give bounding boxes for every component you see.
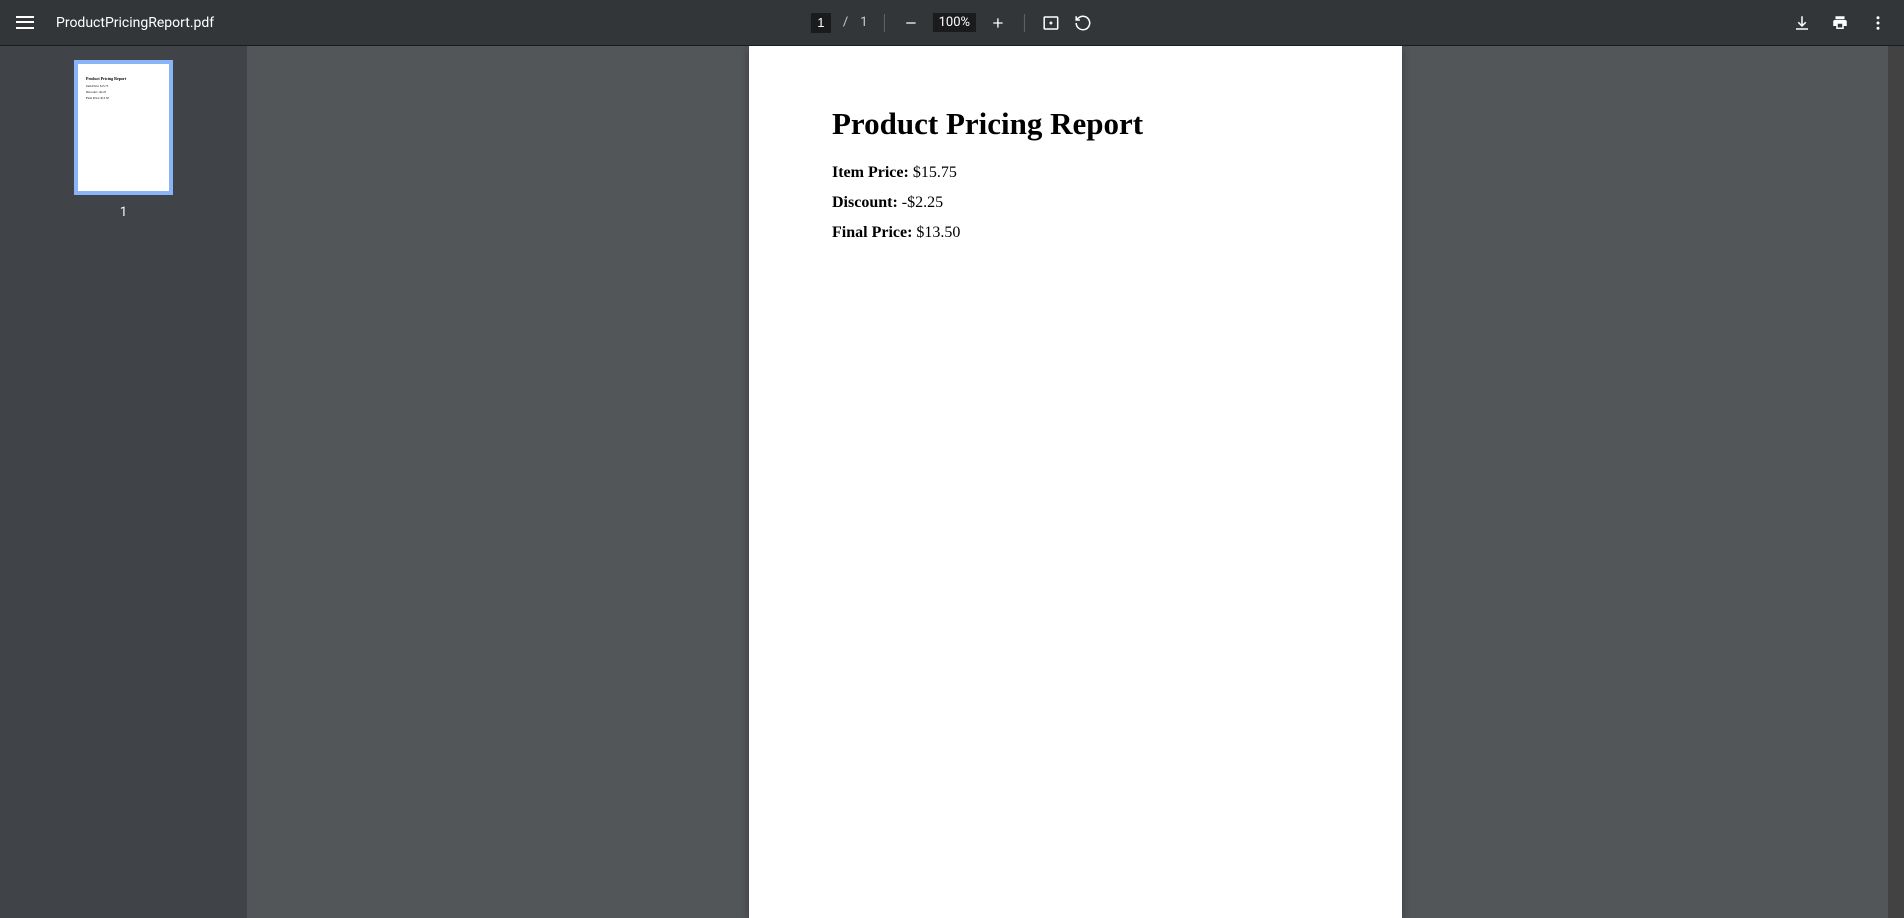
toolbar-left: ProductPricingReport.pdf [16, 13, 214, 33]
price-row: Discount: -$2.25 [832, 194, 1319, 212]
fit-page-icon[interactable] [1041, 13, 1061, 33]
content-area: Product Pricing Report Item Price: $15.7… [0, 46, 1904, 918]
download-icon[interactable] [1792, 13, 1812, 33]
zoom-in-button[interactable] [988, 13, 1008, 33]
zoom-out-button[interactable] [901, 13, 921, 33]
rotate-icon[interactable] [1073, 13, 1093, 33]
thumbnail-item[interactable]: Product Pricing Report Item Price: $15.7… [74, 60, 173, 220]
document-filename: ProductPricingReport.pdf [56, 15, 214, 31]
row-label: Discount: [832, 194, 898, 211]
row-value: -$2.25 [902, 194, 943, 211]
toolbar-right [1792, 13, 1888, 33]
row-value: $15.75 [913, 164, 957, 181]
zoom-level[interactable]: 100% [933, 13, 976, 32]
menu-icon[interactable] [16, 13, 36, 33]
pdf-page: Product Pricing Report Item Price: $15.7… [749, 46, 1402, 918]
price-row: Final Price: $13.50 [832, 224, 1319, 242]
page-number-input[interactable] [811, 13, 831, 33]
document-viewport[interactable]: Product Pricing Report Item Price: $15.7… [247, 46, 1904, 918]
row-label: Final Price: [832, 224, 912, 241]
thumbnail-sidebar: Product Pricing Report Item Price: $15.7… [0, 46, 247, 918]
thumbnail-page-number: 1 [120, 205, 127, 220]
thumb-title: Product Pricing Report [86, 76, 161, 81]
row-label: Item Price: [832, 164, 909, 181]
scrollbar[interactable] [1888, 46, 1904, 918]
row-value: $13.50 [916, 224, 960, 241]
toolbar-center: / 1 100% [811, 13, 1093, 33]
price-row: Item Price: $15.75 [832, 164, 1319, 182]
toolbar-divider [884, 14, 885, 32]
thumb-line: Final Price: $13.50 [86, 96, 161, 100]
pdf-toolbar: ProductPricingReport.pdf / 1 100% [0, 0, 1904, 46]
thumb-line: Discount: -$2.25 [86, 90, 161, 94]
toolbar-divider [1024, 14, 1025, 32]
print-icon[interactable] [1830, 13, 1850, 33]
page-thumbnail[interactable]: Product Pricing Report Item Price: $15.7… [74, 60, 173, 195]
page-title: Product Pricing Report [832, 106, 1319, 142]
page-total: 1 [860, 15, 867, 30]
more-icon[interactable] [1868, 13, 1888, 33]
thumb-line: Item Price: $15.75 [86, 84, 161, 88]
page-separator: / [843, 15, 848, 30]
